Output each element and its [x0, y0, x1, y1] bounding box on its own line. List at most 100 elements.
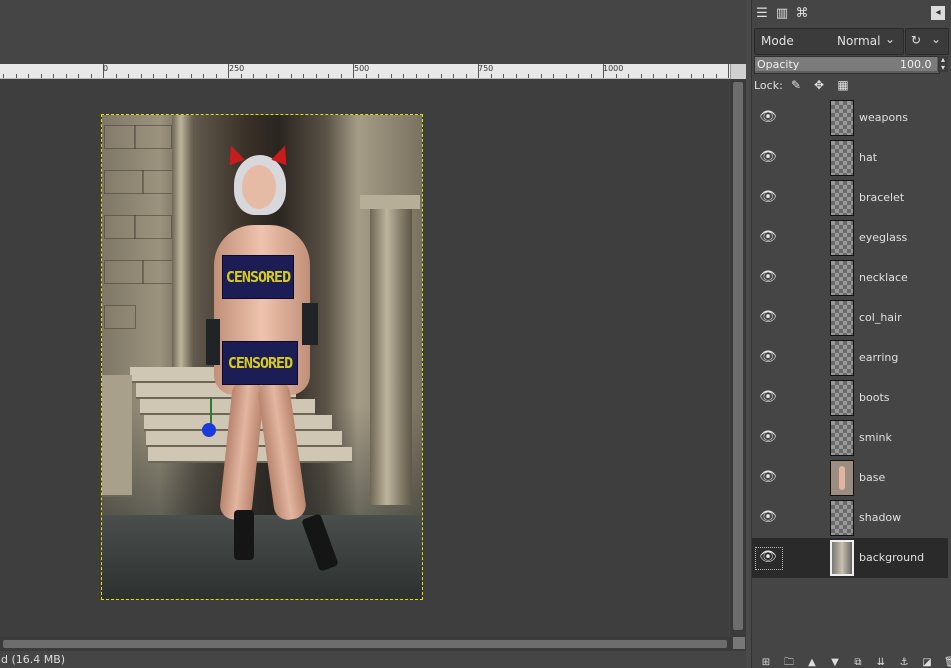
status-bar: nd (16.4 MB) [0, 652, 751, 668]
reset-icon: ↻ [911, 33, 922, 47]
layer-thumbnail[interactable] [830, 100, 854, 136]
eye-icon[interactable]: 👁 [758, 310, 778, 324]
layer-name[interactable]: background [859, 551, 924, 564]
new-layer-icon[interactable]: ⊞ [760, 658, 772, 668]
ruler-tick [491, 74, 492, 78]
ruler-tick [403, 74, 404, 78]
ruler-tick [553, 74, 554, 78]
layer-name[interactable]: earring [859, 351, 898, 364]
opacity-spinner[interactable]: ▴ ▾ [938, 56, 948, 72]
mode-value[interactable]: Normal [837, 34, 880, 48]
eye-icon[interactable]: 👁 [758, 110, 778, 124]
merge-icon[interactable]: ⇊ [875, 658, 887, 668]
layer-thumbnail[interactable] [830, 380, 854, 416]
ruler-tick [341, 74, 342, 78]
layer-thumbnail[interactable] [830, 540, 854, 576]
mode-reset-button[interactable]: ↻ ⌄ [905, 28, 949, 55]
horizontal-ruler[interactable]: 0 250 500 750 1000 [0, 64, 730, 79]
ruler-tick [328, 74, 329, 78]
ruler-tick [578, 74, 579, 78]
layer-thumbnail[interactable] [830, 500, 854, 536]
layer-row[interactable]: 👁 eyeglass [752, 218, 948, 258]
eye-icon[interactable]: 👁 [758, 430, 778, 444]
layer-name[interactable]: boots [859, 391, 890, 404]
ruler-tick [616, 74, 617, 78]
layer-row[interactable]: 👁 necklace [752, 258, 948, 298]
ruler-tick [391, 74, 392, 78]
eye-icon[interactable]: 👁 [758, 190, 778, 204]
layer-name[interactable]: col_hair [859, 311, 902, 324]
ruler-label: 1000 [603, 64, 624, 73]
eye-icon[interactable]: 👁 [758, 390, 778, 404]
mask-icon[interactable]: ◪ [921, 658, 933, 668]
eye-icon[interactable]: 👁 [758, 150, 778, 164]
layer-row[interactable]: 👁 smink [752, 418, 948, 458]
layer-thumbnail[interactable] [830, 340, 854, 376]
layer-thumbnail[interactable] [830, 460, 854, 496]
image-canvas[interactable]: CENSORED CENSORED [101, 114, 423, 600]
layers-tab-icon[interactable]: ☰ [753, 4, 771, 24]
ruler-label: 250 [229, 64, 245, 73]
layer-thumbnail[interactable] [830, 260, 854, 296]
layer-name[interactable]: hat [859, 151, 877, 164]
eye-icon[interactable]: 👁 [758, 350, 778, 364]
dock-menu-icon[interactable]: ◂ [931, 6, 945, 20]
vertical-scroll-thumb[interactable] [733, 82, 743, 630]
eye-icon[interactable]: 👁 [758, 230, 778, 244]
ruler-tick [416, 74, 417, 78]
layer-row[interactable]: 👁 base [752, 458, 948, 498]
ruler-tick [516, 74, 517, 78]
anchor-icon[interactable]: ⚓ [898, 658, 910, 668]
ruler-tick [566, 74, 567, 78]
layer-name[interactable]: weapons [859, 111, 908, 124]
layer-name[interactable]: eyeglass [859, 231, 907, 244]
layer-row[interactable]: 👁 weapons [752, 98, 948, 138]
layers-toolbar: ⊞ 🗀 ▲ ▼ ⧉ ⇊ ⚓ ◪ 🗑 [752, 658, 951, 668]
paths-tab-icon[interactable]: ⌘ [793, 4, 811, 24]
lock-position-icon[interactable]: ✥ [812, 78, 826, 92]
layer-name[interactable]: necklace [859, 271, 908, 284]
layer-name[interactable]: base [859, 471, 885, 484]
ruler-label: 0 [103, 64, 109, 73]
eye-icon[interactable]: 👁 [758, 270, 778, 284]
layer-row[interactable]: 👁 background [752, 538, 948, 578]
layer-row[interactable]: 👁 hat [752, 138, 948, 178]
layer-row[interactable]: 👁 boots [752, 378, 948, 418]
layer-row[interactable]: 👁 col_hair [752, 298, 948, 338]
ruler-tick [253, 74, 254, 78]
layer-row[interactable]: 👁 bracelet [752, 178, 948, 218]
layer-thumbnail[interactable] [830, 420, 854, 456]
layer-thumbnail[interactable] [830, 140, 854, 176]
layer-name[interactable]: shadow [859, 511, 901, 524]
opacity-value[interactable]: 100.0 [900, 58, 932, 71]
lock-alpha-icon[interactable]: ▦ [836, 78, 850, 92]
censor-bar-bottom: CENSORED [222, 341, 298, 385]
raise-icon[interactable]: ▲ [806, 658, 818, 668]
lock-pixels-icon[interactable]: ✎ [789, 78, 803, 92]
chevron-down-icon[interactable]: ⌄ [885, 32, 895, 46]
ruler-tick [716, 74, 717, 78]
ruler-tick [303, 74, 304, 78]
layer-thumbnail[interactable] [830, 220, 854, 256]
zoom-icon[interactable] [730, 64, 747, 79]
channels-tab-icon[interactable]: ▥ [773, 4, 791, 24]
layer-thumbnail[interactable] [830, 180, 854, 216]
layer-name[interactable]: bracelet [859, 191, 904, 204]
layer-thumbnail[interactable] [830, 300, 854, 336]
layer-row[interactable]: 👁 earring [752, 338, 948, 378]
eye-icon[interactable]: 👁 [758, 510, 778, 524]
eye-icon[interactable]: 👁 [758, 470, 778, 484]
duplicate-icon[interactable]: ⧉ [852, 658, 864, 668]
layer-row[interactable]: 👁 shadow [752, 498, 948, 538]
ruler-tick [153, 74, 154, 78]
ruler-tick [678, 74, 679, 78]
ruler-tick [266, 74, 267, 78]
ruler-tick [241, 74, 242, 78]
new-group-icon[interactable]: 🗀 [783, 658, 795, 668]
lower-icon[interactable]: ▼ [829, 658, 841, 668]
delete-icon[interactable]: 🗑 [944, 658, 951, 668]
horizontal-scroll-thumb[interactable] [3, 640, 727, 648]
ruler-tick [291, 74, 292, 78]
navigate-icon[interactable] [733, 637, 745, 649]
layer-name[interactable]: smink [859, 431, 892, 444]
